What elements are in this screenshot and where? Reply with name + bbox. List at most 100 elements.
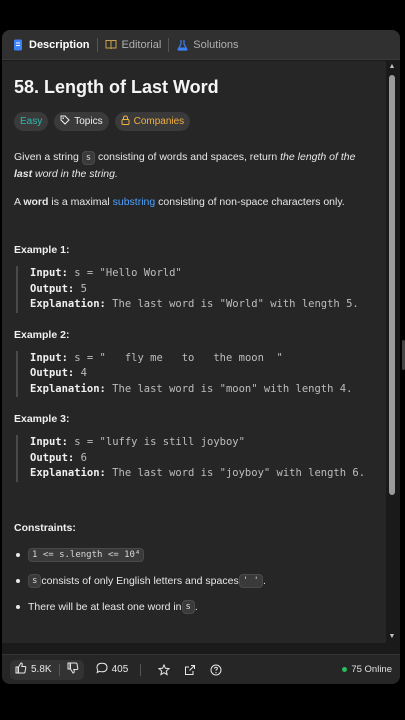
explanation-label: Explanation:: [30, 382, 106, 395]
substring-link[interactable]: substring: [113, 196, 156, 208]
inline-code: 1 <= s.length <= 10⁴: [28, 547, 145, 562]
vote-box: 5.8K: [10, 659, 84, 680]
constraints-list: 1 <= s.length <= 10⁴ s consists of only …: [14, 547, 374, 614]
comment-icon: [96, 662, 108, 677]
input-value: s = "luffy is still joyboy": [67, 436, 245, 448]
constraint-text: .: [194, 600, 198, 613]
difficulty-badge[interactable]: Easy: [14, 112, 49, 131]
constraint-text: .: [262, 574, 266, 587]
help-icon[interactable]: [210, 664, 222, 676]
statement-text: consisting of words and spaces, return: [95, 151, 281, 163]
scroll-down-arrow-icon[interactable]: ▼: [388, 633, 396, 641]
document-icon: [12, 39, 24, 51]
explanation-label: Explanation:: [30, 467, 106, 479]
scroll-thumb[interactable]: [389, 75, 395, 495]
output-value: 4: [74, 367, 87, 379]
example-3: Example 3: Input: s = "luffy is still jo…: [14, 413, 374, 482]
example-1: Example 1: Input: s = "Hello World" Outp…: [14, 244, 374, 313]
tab-solutions[interactable]: Solutions: [176, 30, 239, 60]
explanation-value: The last word is "World" with length 5.: [105, 298, 359, 310]
example-block: Input: s = "luffy is still joyboy" Outpu…: [16, 435, 374, 482]
bullet: [16, 578, 20, 583]
explanation-value: The last word is "joyboy" with length 6.: [105, 467, 366, 479]
companies-label: Companies: [133, 116, 185, 127]
statement-emphasis: the length of the: [280, 151, 356, 163]
constraint-text: consists of only English letters and spa…: [41, 574, 239, 587]
definition-text: is a maximal: [48, 196, 113, 208]
comment-count: 405: [111, 664, 129, 675]
tab-solutions-label: Solutions: [193, 38, 239, 51]
star-icon[interactable]: [158, 663, 171, 676]
companies-button[interactable]: Companies: [114, 112, 191, 131]
output-label: Output:: [30, 282, 75, 295]
example-title: Example 3:: [14, 413, 70, 425]
definition-text: A: [14, 196, 24, 208]
output-label: Output:: [30, 367, 75, 379]
statement-emphasis-bold: last: [14, 168, 33, 180]
topics-button[interactable]: Topics: [54, 112, 109, 131]
statement-emphasis: word in the string.: [32, 168, 118, 180]
input-label: Input:: [30, 436, 68, 448]
tab-description-label: Description: [29, 38, 90, 51]
toolbar-divider: [140, 663, 142, 676]
tag-icon: [60, 115, 70, 128]
example-block: Input: s = "Hello World" Output: 5 Expla…: [16, 266, 374, 313]
scroll-up-arrow-icon[interactable]: ▲: [388, 63, 396, 71]
inline-code: s: [28, 573, 42, 588]
inline-code: s: [181, 599, 195, 614]
tab-description[interactable]: Description: [12, 30, 90, 60]
description-content: 58. Length of Last Word Easy Topics Comp…: [2, 61, 386, 643]
difficulty-label: Easy: [20, 116, 43, 127]
tag-row: Easy Topics Companies: [14, 112, 374, 131]
output-value: 6: [74, 451, 87, 464]
scrollbar[interactable]: ▲ ▼: [387, 61, 397, 643]
constraint-item: There will be at least one word in s.: [14, 599, 374, 614]
example-title: Example 1:: [14, 244, 70, 256]
output-label: Output:: [30, 451, 75, 464]
tab-editorial[interactable]: Editorial: [105, 30, 162, 60]
tab-divider: [96, 37, 98, 52]
problem-panel: Description Editorial Solutions 58. Leng…: [2, 30, 400, 684]
comments-button[interactable]: 405: [96, 662, 129, 677]
online-indicator: 75 Online: [342, 664, 392, 675]
thumbs-down-icon[interactable]: [67, 662, 79, 677]
bottom-toolbar: 5.8K 405 75 Online: [2, 654, 400, 684]
tab-editorial-label: Editorial: [121, 38, 162, 51]
word-definition: A word is a maximal substring consisting…: [14, 194, 374, 210]
explanation-label: Explanation:: [30, 298, 106, 310]
tab-bar: Description Editorial Solutions: [2, 30, 400, 60]
constraints-title: Constraints:: [14, 521, 76, 534]
thumbs-up-icon[interactable]: [15, 662, 27, 677]
problem-statement: Given a string s consisting of words and…: [14, 149, 374, 182]
constraint-item: 1 <= s.length <= 10⁴: [14, 547, 374, 562]
constraint-item: s consists of only English letters and s…: [14, 573, 374, 588]
lock-icon: [121, 115, 130, 128]
statement-text: Given a string: [14, 151, 82, 163]
example-2: Example 2: Input: s = " fly me to the mo…: [14, 328, 374, 397]
bullet: [16, 552, 20, 557]
input-label: Input:: [30, 267, 68, 279]
bullet: [16, 604, 20, 609]
online-count: 75 Online: [351, 664, 392, 675]
inline-code: ' ': [238, 573, 263, 588]
example-title: Example 2:: [14, 328, 70, 341]
share-icon[interactable]: [184, 664, 196, 676]
output-value: 5: [74, 282, 87, 295]
problem-title: 58. Length of Last Word: [14, 77, 219, 97]
input-value: s = "Hello World": [67, 267, 182, 279]
tab-divider: [168, 37, 170, 52]
input-label: Input:: [30, 351, 68, 364]
flask-icon: [176, 39, 188, 51]
input-value: s = " fly me to the moon ": [67, 351, 283, 364]
vote-divider: [58, 663, 60, 676]
example-block: Input: s = " fly me to the moon " Output…: [16, 350, 374, 397]
inline-code: s: [81, 151, 96, 165]
definition-bold: word: [23, 196, 49, 208]
like-count: 5.8K: [31, 664, 52, 675]
online-status-dot: [342, 667, 348, 672]
explanation-value: The last word is "moon" with length 4.: [105, 382, 353, 395]
topics-label: Topics: [74, 116, 103, 127]
book-icon: [105, 39, 117, 51]
constraint-text: There will be at least one word in: [28, 600, 182, 613]
definition-text: consisting of non-space characters only.: [155, 196, 345, 208]
